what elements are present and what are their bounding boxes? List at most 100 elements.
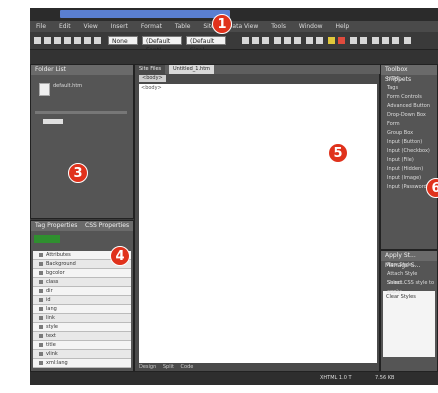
toolbox-item[interactable]: Form xyxy=(381,120,437,129)
menu-tools[interactable]: Tools xyxy=(271,23,286,30)
font-select[interactable]: (Default Font) xyxy=(142,36,182,54)
font-color-icon[interactable] xyxy=(338,37,345,44)
property-name: Background xyxy=(46,261,76,267)
property-icon xyxy=(39,288,43,293)
align-right-icon[interactable] xyxy=(294,37,301,44)
property-name: bgcolor xyxy=(46,270,65,276)
toolbox-section[interactable]: Form Controls xyxy=(381,93,437,102)
table-row[interactable]: class xyxy=(33,278,131,287)
highlight-icon[interactable] xyxy=(328,37,335,44)
table-row[interactable]: bgcolor xyxy=(33,269,131,278)
save-icon[interactable] xyxy=(54,37,61,44)
toolbox-item[interactable]: Input (Checkbox) xyxy=(381,147,437,156)
border-icon[interactable] xyxy=(350,37,357,44)
table-row[interactable]: link xyxy=(33,314,131,323)
tab-design[interactable]: Design xyxy=(139,364,156,370)
tab-tag-properties[interactable]: Tag Properties xyxy=(35,222,77,229)
table-row[interactable]: title xyxy=(33,341,131,350)
attach-style-sheet-link[interactable]: Attach Style Sheet... xyxy=(381,270,437,286)
menu-window[interactable]: Window xyxy=(299,23,323,30)
align-left-icon[interactable] xyxy=(274,37,281,44)
tab-apply-styles[interactable]: Apply St... xyxy=(385,252,416,259)
folder-item[interactable]: default.htm xyxy=(53,83,82,89)
application-window: File Edit View Insert Format Table Site … xyxy=(30,8,438,385)
menu-edit[interactable]: Edit xyxy=(59,23,71,30)
quick-tag-selector[interactable]: <body> xyxy=(139,75,166,82)
folder-list-panel: Folder List default.htm xyxy=(30,64,134,219)
property-icon xyxy=(39,306,43,311)
indent-icon[interactable] xyxy=(360,37,367,44)
design-canvas[interactable]: <body> xyxy=(139,84,377,363)
link-icon[interactable] xyxy=(392,37,399,44)
table-row[interactable]: style xyxy=(33,323,131,332)
callout-badge-3: 3 xyxy=(68,163,88,183)
property-name: lang xyxy=(46,306,57,312)
property-icon xyxy=(39,315,43,320)
align-center-icon[interactable] xyxy=(284,37,291,44)
property-icon xyxy=(39,261,43,266)
tab-toolbox[interactable]: Toolbox xyxy=(385,66,408,73)
folder-list-title: Folder List xyxy=(31,65,133,75)
menu-format[interactable]: Format xyxy=(141,23,162,30)
styles-list[interactable]: Clear Styles xyxy=(383,291,435,357)
new-icon[interactable] xyxy=(34,37,41,44)
bulleted-list-icon[interactable] xyxy=(316,37,323,44)
table-row[interactable]: dir xyxy=(33,287,131,296)
table-row[interactable]: text xyxy=(33,332,131,341)
size-select[interactable]: (Default Size) xyxy=(186,36,226,54)
doctype-status[interactable]: XHTML 1.0 T xyxy=(320,372,352,385)
redo-icon[interactable] xyxy=(84,37,91,44)
menu-help[interactable]: Help xyxy=(336,23,350,30)
new-style-link[interactable]: New Style... xyxy=(381,261,437,270)
preview-icon[interactable] xyxy=(94,37,101,44)
tab-untitled[interactable]: Untitled_1.htm xyxy=(169,65,215,74)
toolbox-item[interactable]: Input (Button) xyxy=(381,138,437,147)
properties-toolbar-icon[interactable] xyxy=(34,235,60,243)
undo-icon[interactable] xyxy=(74,37,81,44)
tab-site-files[interactable]: Site Files xyxy=(135,65,166,74)
toolbox-section[interactable]: Tags xyxy=(381,84,437,93)
tab-split[interactable]: Split xyxy=(163,364,174,370)
menu-table[interactable]: Table xyxy=(175,23,191,30)
apply-styles-tabs: Apply St... Manage S... xyxy=(381,251,437,269)
view-tabs: Design Split Code xyxy=(139,364,198,371)
tab-code[interactable]: Code xyxy=(181,364,194,370)
tab-css-properties[interactable]: CSS Properties xyxy=(85,222,129,229)
property-name: id xyxy=(46,297,51,303)
toolbox-item[interactable]: Group Box xyxy=(381,129,437,138)
table-row[interactable]: lang xyxy=(33,305,131,314)
property-icon xyxy=(39,342,43,347)
layer-icon[interactable] xyxy=(404,37,411,44)
file-icon xyxy=(39,83,50,96)
table-row[interactable]: vlink xyxy=(33,350,131,359)
body-tag-label: <body> xyxy=(141,85,162,91)
menu-data-view[interactable]: Data View xyxy=(228,23,258,30)
bold-icon[interactable] xyxy=(242,37,249,44)
toolbox-item[interactable]: Input (File) xyxy=(381,156,437,165)
toolbox-item[interactable]: Advanced Button xyxy=(381,102,437,111)
toolbox-item[interactable]: Input (Hidden) xyxy=(381,165,437,174)
menu-view[interactable]: View xyxy=(84,23,98,30)
callout-badge-5: 5 xyxy=(328,143,348,163)
clear-styles-item[interactable]: Clear Styles xyxy=(386,294,416,300)
menu-insert[interactable]: Insert xyxy=(111,23,128,30)
open-icon[interactable] xyxy=(44,37,51,44)
table-row[interactable]: xml:lang xyxy=(33,359,131,368)
numbered-list-icon[interactable] xyxy=(306,37,313,44)
selected-file[interactable] xyxy=(43,119,63,124)
property-icon xyxy=(39,333,43,338)
image-icon[interactable] xyxy=(382,37,389,44)
menu-file[interactable]: File xyxy=(36,23,46,30)
file-size-status: 7.56 KB xyxy=(375,375,395,381)
table-icon[interactable] xyxy=(372,37,379,44)
underline-icon[interactable] xyxy=(262,37,269,44)
table-row[interactable]: id xyxy=(33,296,131,305)
tag-properties-panel: Tag Properties CSS Properties Attributes… xyxy=(30,220,134,372)
property-name: title xyxy=(46,342,56,348)
style-select[interactable]: None xyxy=(108,36,138,45)
italic-icon[interactable] xyxy=(252,37,259,44)
toolbox-item[interactable]: Drop-Down Box xyxy=(381,111,437,120)
print-icon[interactable] xyxy=(64,37,71,44)
title-bar xyxy=(30,8,438,21)
toolbox-tabs: Toolbox Snippets xyxy=(381,65,437,83)
